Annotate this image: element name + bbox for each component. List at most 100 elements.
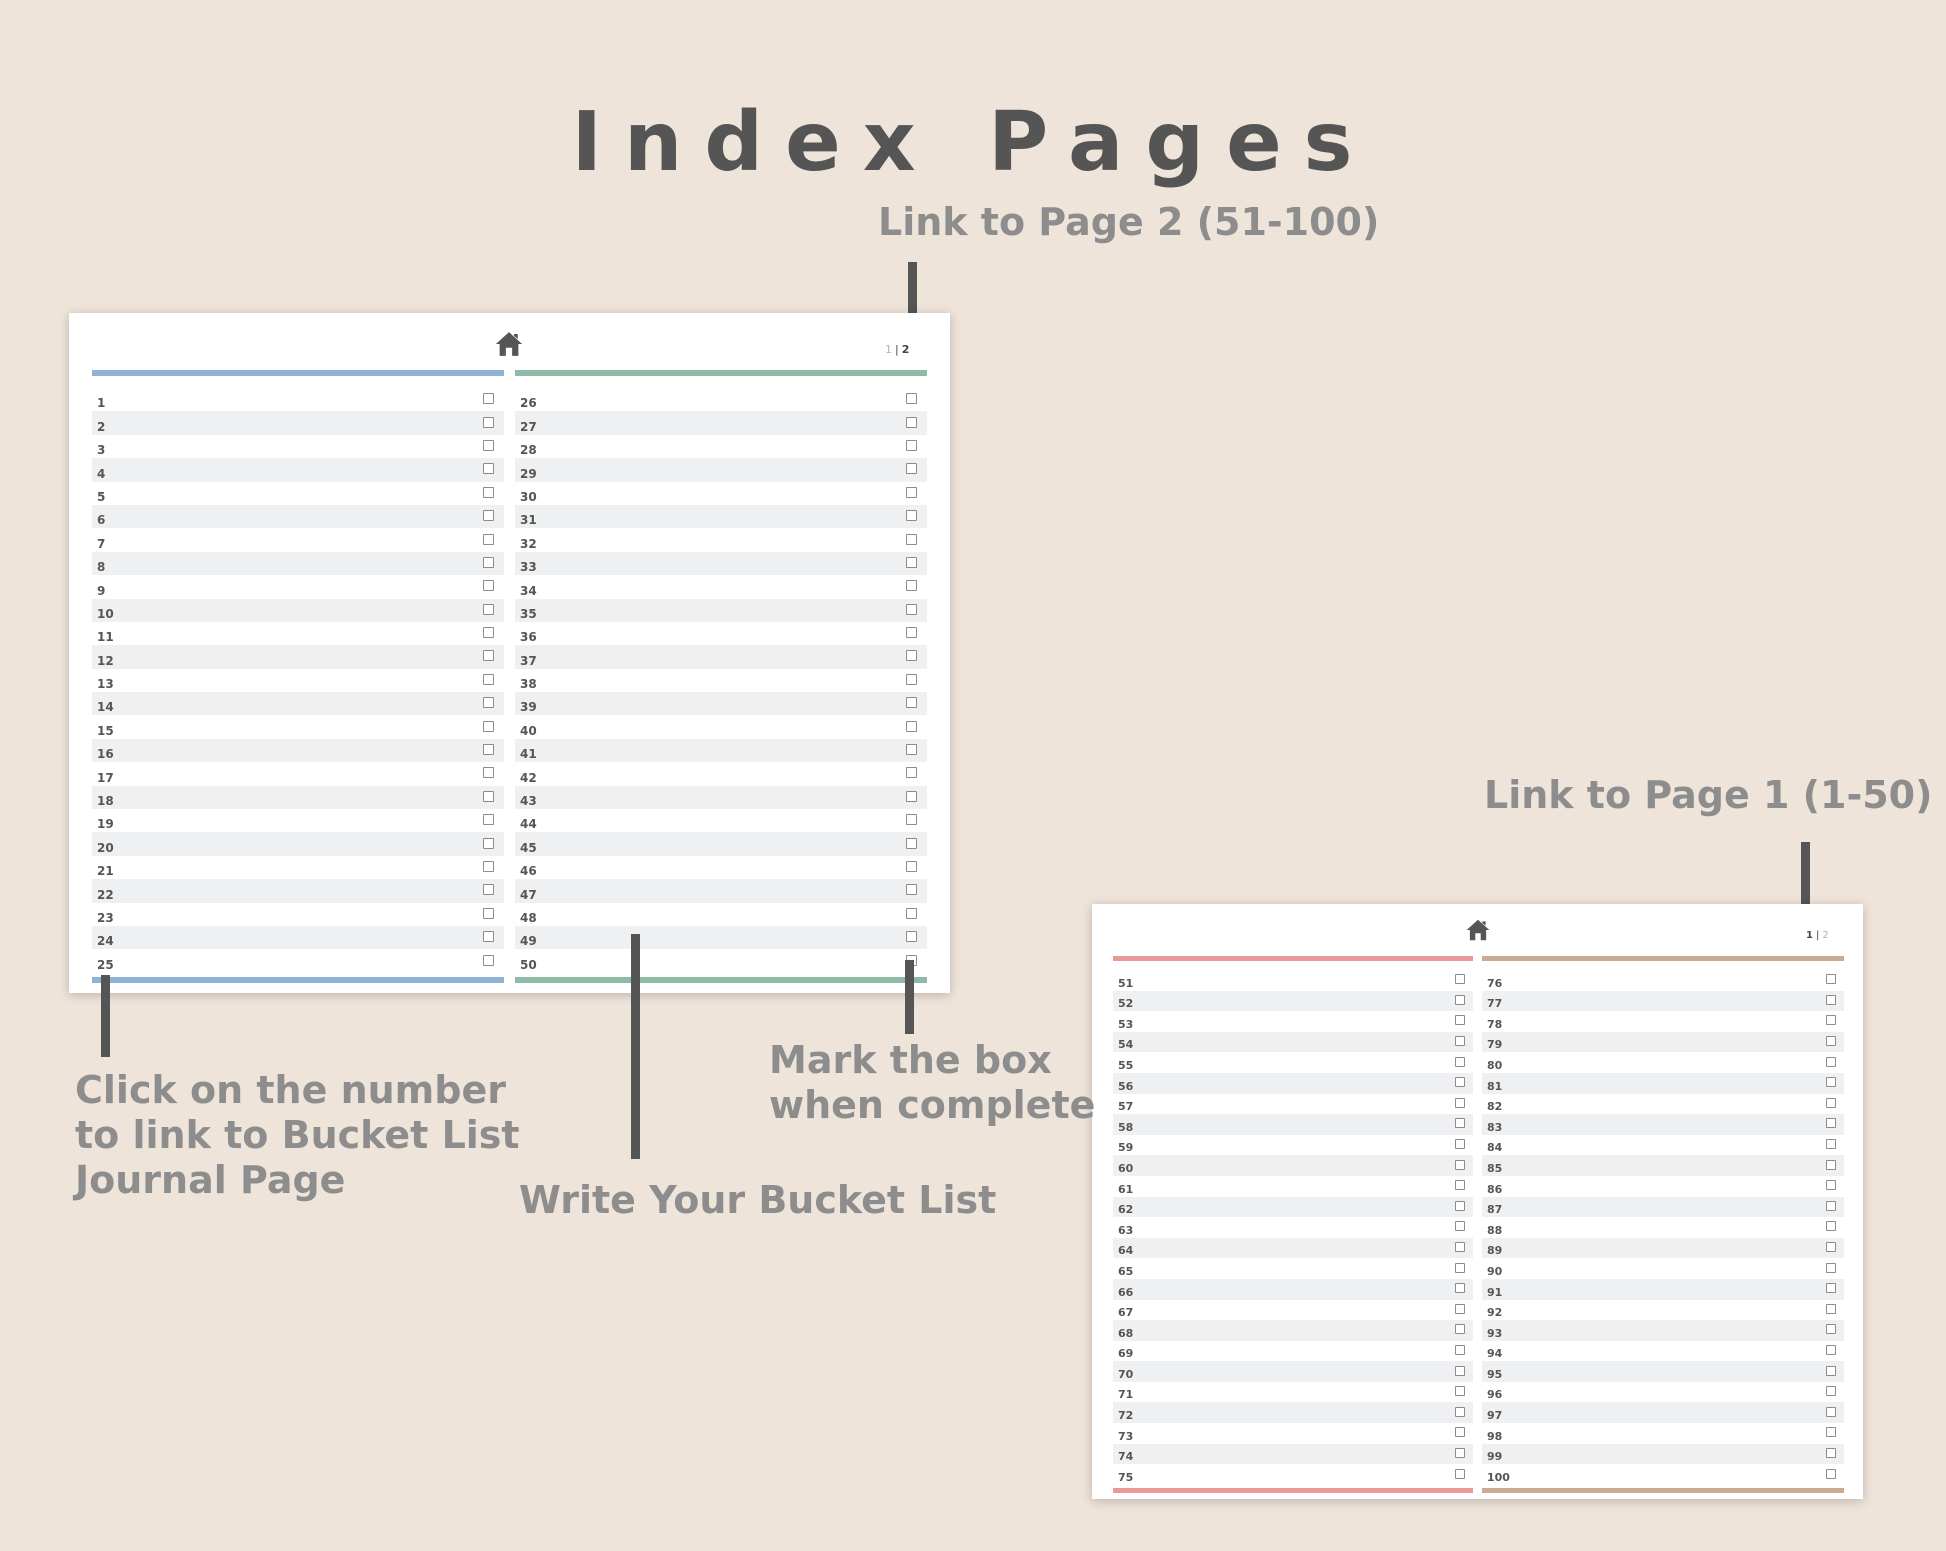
item-number-link[interactable]: 70: [1118, 1368, 1133, 1381]
list-item[interactable]: 34: [515, 575, 927, 598]
complete-checkbox[interactable]: [1455, 1118, 1465, 1129]
list-item[interactable]: 54: [1113, 1031, 1473, 1053]
pager-link-page2[interactable]: 2: [902, 343, 910, 356]
complete-checkbox[interactable]: [906, 861, 917, 872]
complete-checkbox[interactable]: [483, 907, 494, 919]
item-number-link[interactable]: 72: [1118, 1409, 1133, 1422]
item-number-link[interactable]: 89: [1487, 1244, 1502, 1257]
list-item[interactable]: 3: [92, 435, 504, 458]
list-item[interactable]: 55: [1113, 1052, 1473, 1073]
list-item[interactable]: 6: [92, 504, 504, 529]
item-number-link[interactable]: 71: [1118, 1388, 1133, 1401]
item-number-link[interactable]: 17: [97, 771, 114, 785]
list-item[interactable]: 60: [1113, 1155, 1473, 1176]
complete-checkbox[interactable]: [906, 744, 917, 756]
list-item[interactable]: 53: [1113, 1011, 1473, 1032]
home-icon[interactable]: [494, 329, 524, 359]
item-number-link[interactable]: 53: [1118, 1018, 1133, 1031]
list-item[interactable]: 52: [1113, 990, 1473, 1012]
list-item[interactable]: 92: [1482, 1300, 1844, 1321]
list-item[interactable]: 35: [515, 598, 927, 622]
list-item[interactable]: 41: [515, 738, 927, 763]
pager-link-page1[interactable]: 1: [1806, 930, 1813, 941]
item-number-link[interactable]: 41: [520, 747, 537, 761]
item-number-link[interactable]: 99: [1487, 1450, 1502, 1463]
complete-checkbox[interactable]: [1455, 994, 1465, 1005]
list-item[interactable]: 72: [1113, 1402, 1473, 1424]
item-number-link[interactable]: 58: [1118, 1121, 1133, 1134]
list-item[interactable]: 25: [92, 949, 504, 972]
complete-checkbox[interactable]: [483, 954, 494, 966]
item-number-link[interactable]: 2: [97, 420, 105, 434]
item-number-link[interactable]: 55: [1118, 1059, 1133, 1072]
list-item[interactable]: 99: [1482, 1443, 1844, 1465]
item-number-link[interactable]: 39: [520, 700, 537, 714]
list-item[interactable]: 17: [92, 762, 504, 785]
item-number-link[interactable]: 37: [520, 654, 537, 668]
item-number-link[interactable]: 80: [1487, 1059, 1502, 1072]
item-number-link[interactable]: 8: [97, 560, 105, 574]
list-item[interactable]: 98: [1482, 1423, 1844, 1444]
item-number-link[interactable]: 78: [1487, 1018, 1502, 1031]
complete-checkbox[interactable]: [1455, 1159, 1465, 1170]
complete-checkbox[interactable]: [1455, 1139, 1465, 1150]
list-item[interactable]: 75: [1113, 1464, 1473, 1485]
list-item[interactable]: 30: [515, 482, 927, 505]
pager-link-page1[interactable]: 1: [885, 343, 892, 356]
complete-checkbox[interactable]: [1826, 1303, 1836, 1314]
item-number-link[interactable]: 40: [520, 724, 537, 738]
complete-checkbox[interactable]: [906, 931, 917, 943]
complete-checkbox[interactable]: [1455, 1427, 1465, 1438]
complete-checkbox[interactable]: [483, 673, 494, 685]
list-item[interactable]: 78: [1482, 1011, 1844, 1032]
item-number-link[interactable]: 74: [1118, 1450, 1133, 1463]
complete-checkbox[interactable]: [906, 416, 917, 428]
list-item[interactable]: 86: [1482, 1176, 1844, 1197]
complete-checkbox[interactable]: [1455, 1097, 1465, 1108]
complete-checkbox[interactable]: [1826, 1015, 1836, 1026]
complete-checkbox[interactable]: [906, 650, 917, 662]
complete-checkbox[interactable]: [1826, 1118, 1836, 1129]
list-item[interactable]: 15: [92, 715, 504, 738]
complete-checkbox[interactable]: [906, 510, 917, 522]
item-number-link[interactable]: 54: [1118, 1038, 1133, 1051]
item-number-link[interactable]: 22: [97, 888, 114, 902]
list-item[interactable]: 29: [515, 458, 927, 482]
list-item[interactable]: 42: [515, 762, 927, 785]
item-number-link[interactable]: 57: [1118, 1100, 1133, 1113]
item-number-link[interactable]: 23: [97, 911, 114, 925]
list-item[interactable]: 33: [515, 551, 927, 576]
list-item[interactable]: 93: [1482, 1320, 1844, 1341]
list-item[interactable]: 88: [1482, 1217, 1844, 1238]
item-number-link[interactable]: 76: [1487, 977, 1502, 990]
item-number-link[interactable]: 14: [97, 700, 114, 714]
complete-checkbox[interactable]: [483, 884, 494, 896]
complete-checkbox[interactable]: [483, 744, 494, 756]
item-number-link[interactable]: 33: [520, 560, 537, 574]
item-number-link[interactable]: 19: [97, 817, 114, 831]
item-number-link[interactable]: 6: [97, 513, 105, 527]
complete-checkbox[interactable]: [1826, 1097, 1836, 1108]
list-item[interactable]: 37: [515, 645, 927, 669]
item-number-link[interactable]: 4: [97, 467, 105, 481]
list-item[interactable]: 16: [92, 738, 504, 763]
home-icon[interactable]: [1465, 917, 1491, 943]
complete-checkbox[interactable]: [483, 510, 494, 522]
list-item[interactable]: 81: [1482, 1072, 1844, 1094]
item-number-link[interactable]: 92: [1487, 1306, 1502, 1319]
complete-checkbox[interactable]: [906, 907, 917, 919]
list-item[interactable]: 65: [1113, 1258, 1473, 1279]
complete-checkbox[interactable]: [483, 861, 494, 872]
list-item[interactable]: 84: [1482, 1135, 1844, 1156]
complete-checkbox[interactable]: [483, 486, 494, 498]
list-item[interactable]: 32: [515, 528, 927, 551]
list-item[interactable]: 43: [515, 785, 927, 810]
complete-checkbox[interactable]: [906, 463, 917, 475]
list-item[interactable]: 10: [92, 598, 504, 622]
complete-checkbox[interactable]: [483, 556, 494, 568]
item-number-link[interactable]: 46: [520, 864, 537, 878]
complete-checkbox[interactable]: [906, 720, 917, 732]
complete-checkbox[interactable]: [1455, 1036, 1465, 1047]
item-number-link[interactable]: 45: [520, 841, 537, 855]
list-item[interactable]: 89: [1482, 1237, 1844, 1259]
